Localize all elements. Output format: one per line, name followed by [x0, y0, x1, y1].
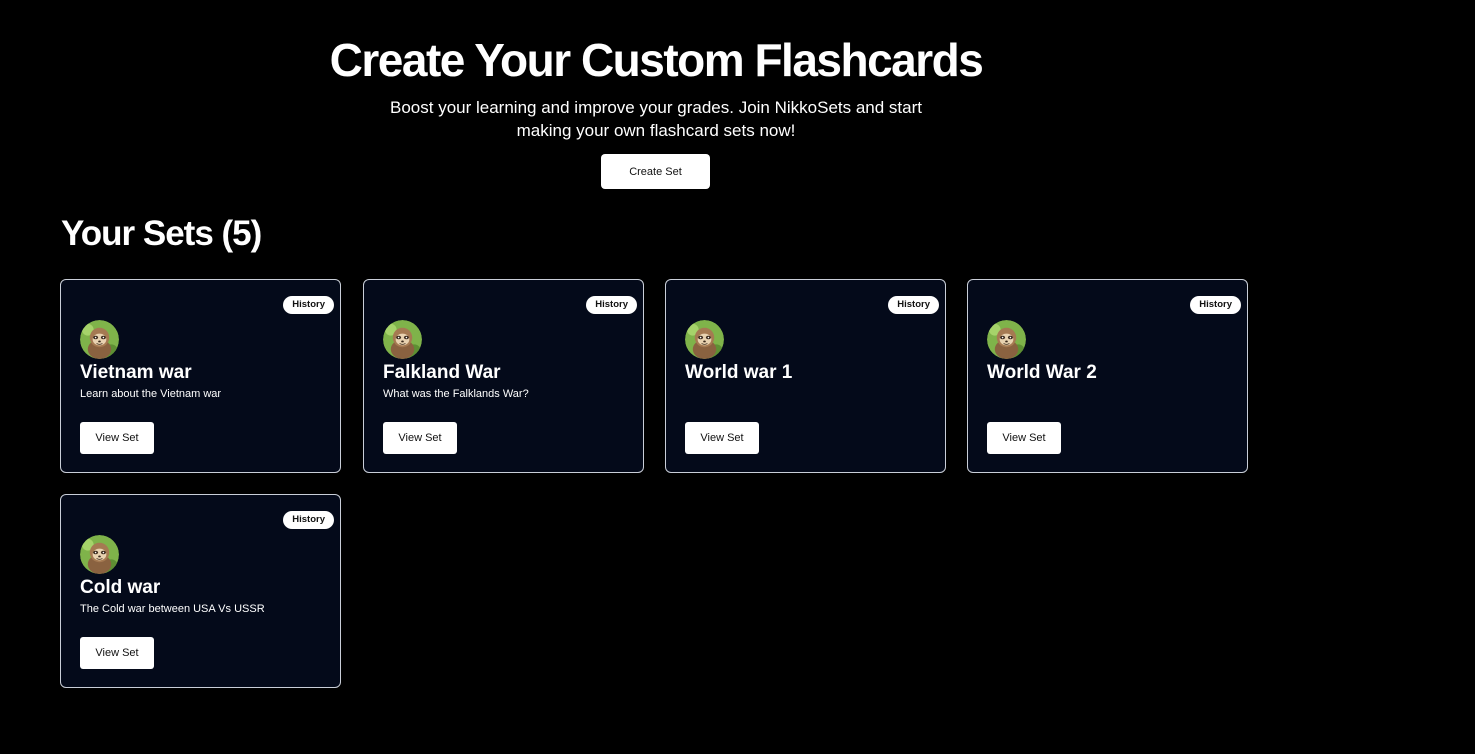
hero-subtitle: Boost your learning and improve your gra… — [390, 98, 922, 140]
sloth-avatar-icon — [987, 320, 1026, 359]
category-tag: History — [283, 296, 334, 314]
page: Create Your Custom Flashcards Boost your… — [0, 0, 1475, 754]
set-card: History World War 2 View Set — [967, 279, 1248, 473]
category-tag: History — [888, 296, 939, 314]
set-card: History Cold war The Cold war between US… — [60, 494, 341, 688]
set-description: Learn about the Vietnam war — [80, 388, 222, 400]
sloth-avatar-icon — [80, 320, 119, 359]
category-tag: History — [586, 296, 637, 314]
set-title: World War 2 — [987, 362, 1097, 383]
view-set-button[interactable]: View Set — [383, 422, 457, 454]
view-set-button[interactable]: View Set — [80, 637, 154, 669]
set-title: Vietnam war — [80, 362, 192, 383]
category-tag: History — [283, 511, 334, 529]
sloth-avatar-icon — [80, 535, 119, 574]
set-description: What was the Falklands War? — [383, 388, 529, 400]
set-card: History Falkland War What was the Falkla… — [363, 279, 644, 473]
set-title: World war 1 — [685, 362, 793, 383]
set-card: History Vietnam war Learn about the Viet… — [60, 279, 341, 473]
sloth-avatar-icon — [685, 320, 724, 359]
set-title: Cold war — [80, 577, 161, 598]
create-set-button[interactable]: Create Set — [601, 154, 710, 189]
your-sets-heading: Your Sets (5) — [61, 214, 262, 253]
view-set-button[interactable]: View Set — [685, 422, 759, 454]
set-title: Falkland War — [383, 362, 501, 383]
view-set-button[interactable]: View Set — [987, 422, 1061, 454]
sloth-avatar-icon — [383, 320, 422, 359]
category-tag: History — [1190, 296, 1241, 314]
set-card: History World war 1 View Set — [665, 279, 946, 473]
set-description: The Cold war between USA Vs USSR — [80, 603, 265, 615]
hero-title: Create Your Custom Flashcards — [329, 34, 984, 86]
view-set-button[interactable]: View Set — [80, 422, 154, 454]
